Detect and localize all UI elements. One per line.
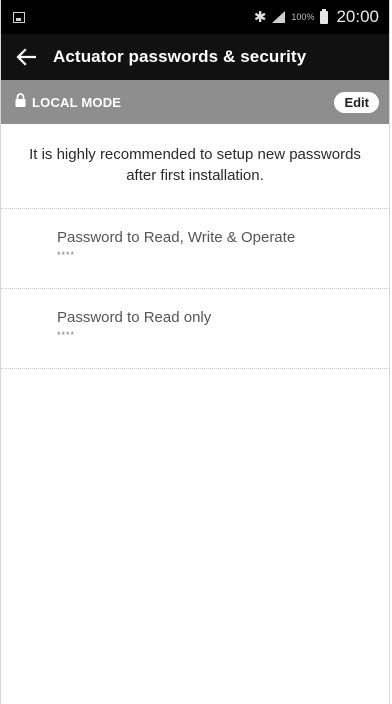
status-right: ✱ 100% 20:00	[254, 7, 379, 27]
signal-icon	[272, 11, 286, 23]
password-value: ****	[57, 330, 76, 340]
app-bar: Actuator passwords & security	[1, 34, 389, 80]
password-label: Password to Read, Write & Operate	[57, 229, 296, 246]
password-value: ****	[57, 250, 76, 260]
picture-notification-icon	[13, 11, 25, 23]
back-button[interactable]	[11, 42, 41, 72]
lock-icon	[15, 92, 26, 112]
battery-icon	[320, 8, 329, 24]
mode-label: LOCAL MODE	[32, 94, 122, 110]
edit-button[interactable]: Edit	[334, 91, 379, 113]
password-row-read-only[interactable]: Password to Read only ****	[1, 289, 389, 369]
arrow-left-icon	[16, 48, 36, 66]
recommendation-notice: It is highly recommended to setup new pa…	[1, 124, 389, 209]
page-title: Actuator passwords & security	[53, 47, 307, 66]
status-time: 20:00	[336, 7, 379, 26]
password-row-read-write-operate[interactable]: Password to Read, Write & Operate ****	[1, 209, 389, 289]
battery-percent: 100%	[291, 12, 315, 22]
phone-screen: ✱ 100% 20:00 Actuator passwords & securi…	[0, 0, 390, 704]
status-bar: ✱ 100% 20:00	[1, 0, 389, 34]
password-label: Password to Read only	[57, 309, 212, 326]
bluetooth-icon: ✱	[253, 9, 267, 26]
mode-bar: LOCAL MODE Edit	[1, 80, 389, 124]
status-left	[13, 11, 254, 23]
